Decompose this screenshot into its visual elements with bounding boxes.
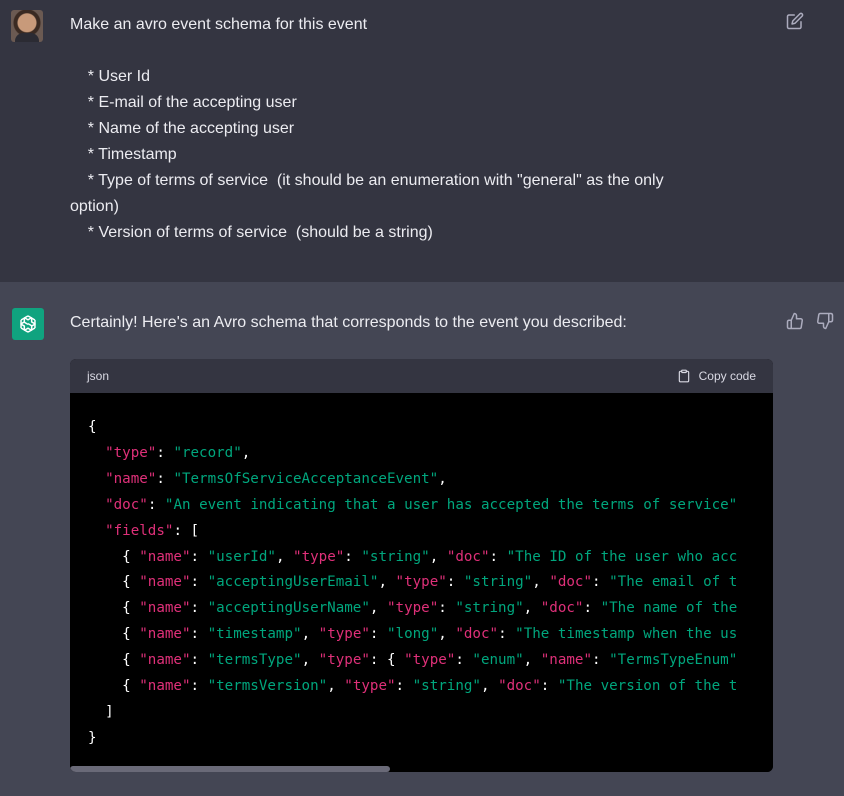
code-text: { "type": "record", "name": "TermsOfServ…: [88, 419, 738, 746]
openai-logo-icon: [12, 308, 44, 340]
thumbs-up-icon[interactable]: [786, 312, 804, 330]
user-avatar: [11, 10, 43, 42]
user-prompt-line: [70, 38, 770, 64]
assistant-message: Certainly! Here's an Avro schema that co…: [0, 282, 844, 796]
copy-code-button[interactable]: Copy code: [677, 369, 756, 383]
user-prompt-line: option): [70, 198, 119, 215]
assistant-intro-text: Certainly! Here's an Avro schema that co…: [70, 314, 627, 331]
user-prompt-line: * Type of terms of service (it should be…: [70, 172, 664, 189]
user-prompt-line: * User Id: [70, 68, 151, 85]
code-block: json Copy code { "type": "record", "name…: [70, 359, 773, 772]
code-block-header: json Copy code: [70, 359, 773, 393]
thumbs-down-icon[interactable]: [816, 312, 834, 330]
code-content[interactable]: { "type": "record", "name": "TermsOfServ…: [70, 393, 773, 772]
edit-icon[interactable]: [786, 12, 804, 30]
user-message: Make an avro event schema for this event…: [0, 0, 844, 282]
user-prompt-line: * Timestamp: [70, 146, 177, 163]
user-prompt-line: * Name of the accepting user: [70, 120, 295, 137]
user-prompt-line: * E-mail of the accepting user: [70, 94, 297, 111]
user-prompt-title: Make an avro event schema for this event: [70, 16, 368, 33]
copy-code-label: Copy code: [698, 369, 756, 383]
clipboard-icon: [678, 369, 689, 383]
user-prompt-line: * Version of terms of service (should be…: [70, 224, 433, 241]
user-message-text: Make an avro event schema for this event…: [70, 12, 770, 246]
horizontal-scrollbar[interactable]: [70, 766, 390, 772]
code-language-label: json: [87, 369, 110, 383]
